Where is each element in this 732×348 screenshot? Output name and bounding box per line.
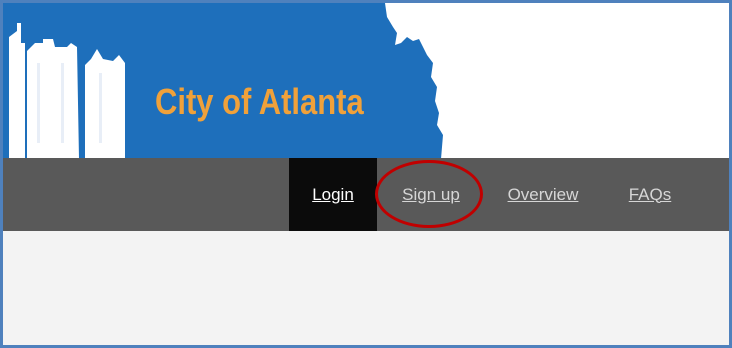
screenshot-frame: City of Atlanta Login Sign up Overview F… xyxy=(0,0,732,348)
main-content-area xyxy=(3,231,729,345)
nav-faqs-link[interactable]: FAQs xyxy=(609,158,691,231)
main-nav: Login Sign up Overview FAQs xyxy=(3,158,729,231)
nav-overview-link[interactable]: Overview xyxy=(493,158,593,231)
site-title: City of Atlanta xyxy=(155,81,364,122)
nav-signup-link[interactable]: Sign up xyxy=(381,158,481,231)
nav-login-link[interactable]: Login xyxy=(289,158,377,231)
site-header: City of Atlanta xyxy=(3,3,729,159)
